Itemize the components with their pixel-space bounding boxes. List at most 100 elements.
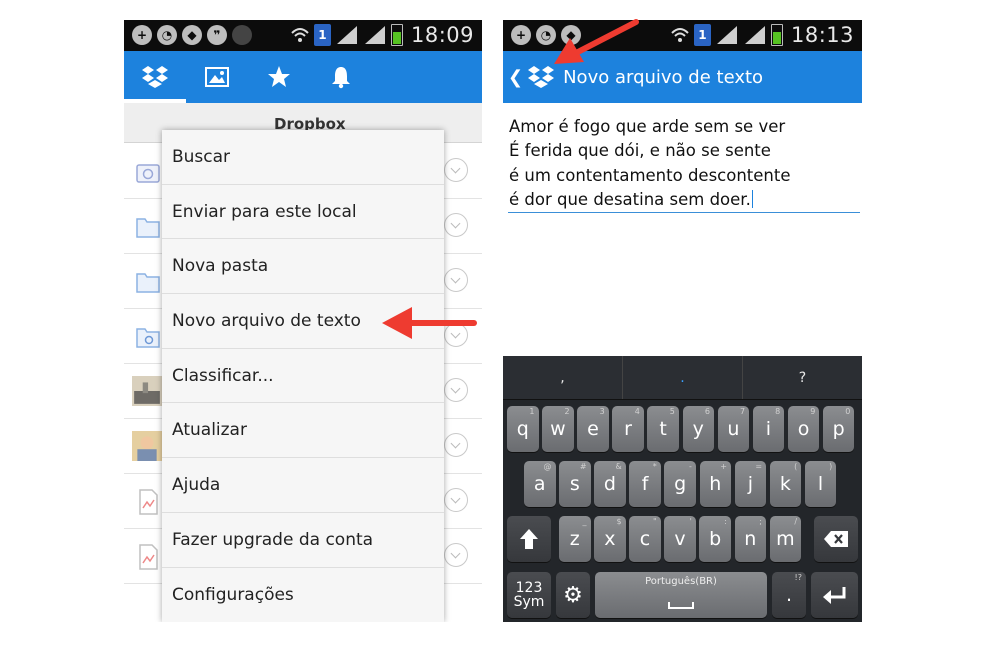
settings-key[interactable]: ⚙ — [556, 572, 590, 618]
editor-line: Amor é fogo que arde sem se ver — [509, 117, 786, 136]
space-key[interactable]: Português(BR) — [595, 572, 767, 618]
key-w[interactable]: 2w — [542, 406, 574, 452]
right-phone-screen: + ◔ ◆ 1 18:13 ❮ Novo arquivo de texto Am… — [503, 20, 862, 622]
key-x[interactable]: $ x — [594, 516, 626, 562]
symbols-key-top: 123 — [515, 580, 543, 596]
menu-item-upgrade[interactable]: Fazer upgrade da conta — [162, 513, 444, 568]
star-icon — [268, 66, 290, 87]
chevron-down-icon[interactable] — [444, 433, 468, 457]
add-notification-icon: + — [132, 25, 152, 45]
key-hint: / — [794, 517, 798, 526]
menu-item-enviar[interactable]: Enviar para este local — [162, 185, 444, 240]
chevron-down-icon[interactable] — [444, 158, 468, 182]
key-hint: + — [720, 462, 727, 471]
text-editor-field[interactable]: Amor é fogo que arde sem se ver É ferida… — [508, 115, 860, 213]
key-p[interactable]: 0p — [822, 406, 855, 452]
shift-key[interactable] — [507, 516, 551, 562]
overflow-menu: Buscar Enviar para este local Nova pasta… — [162, 130, 444, 622]
key-n[interactable]: ; n — [734, 516, 766, 562]
key-label: e — [587, 418, 599, 440]
key-i[interactable]: 8i — [752, 406, 785, 452]
symbols-key[interactable]: 123 Sym — [507, 572, 551, 618]
tab-notifications[interactable] — [310, 51, 372, 103]
camera-folder-icon — [136, 164, 160, 183]
key-hint: " — [653, 517, 657, 526]
tab-dropbox[interactable] — [124, 51, 186, 103]
menu-item-configuracoes[interactable]: Configurações — [162, 568, 444, 623]
chevron-down-icon[interactable] — [444, 543, 468, 567]
key-label: j — [747, 473, 753, 495]
period-key-label: . — [785, 584, 793, 606]
suggestion-period[interactable]: . — [623, 356, 743, 399]
menu-item-nova-pasta[interactable]: Nova pasta — [162, 239, 444, 295]
key-hint: = — [755, 462, 763, 471]
key-label: q — [516, 418, 529, 440]
tab-photos[interactable] — [186, 51, 248, 103]
key-r[interactable]: 4r — [612, 406, 644, 452]
space-bar-icon — [668, 602, 694, 609]
key-hint: 3 — [599, 407, 605, 416]
whatsapp-icon: ◔ — [157, 25, 177, 45]
key-s[interactable]: # s — [559, 461, 591, 507]
shared-folder-icon — [136, 328, 160, 348]
key-b[interactable]: :b — [699, 516, 731, 562]
key-c[interactable]: " c — [629, 516, 661, 562]
key-l[interactable]: ) l — [804, 461, 837, 507]
key-y[interactable]: 6y — [682, 406, 714, 452]
dropbox-tab-bar — [124, 51, 482, 103]
status-clock: 18:13 — [790, 23, 854, 47]
editor-line: é um contentamento descontente — [509, 165, 791, 185]
chevron-down-icon[interactable] — [444, 488, 468, 512]
key-hint: 2 — [564, 407, 570, 416]
backspace-key[interactable] — [814, 516, 858, 562]
key-label: l — [817, 473, 824, 495]
key-label: w — [550, 418, 566, 440]
editor-line-last: é dor que desatina sem doer. — [508, 188, 860, 212]
key-m[interactable]: / m — [769, 516, 802, 562]
document-icon — [139, 489, 158, 515]
key-u[interactable]: 7u — [717, 406, 750, 452]
key-hint: 5 — [669, 407, 675, 416]
key-h[interactable]: + h — [699, 461, 731, 507]
key-v[interactable]: ' v — [664, 516, 696, 562]
editor-line: É ferida que dói, e não se sente — [509, 141, 771, 161]
key-z[interactable]: _ z — [559, 516, 591, 562]
key-o[interactable]: 9o — [787, 406, 820, 452]
folder-icon — [136, 218, 160, 238]
gear-icon: ⚙ — [563, 582, 583, 608]
enter-key[interactable] — [811, 572, 858, 618]
key-label: i — [765, 418, 772, 440]
document-icon — [139, 544, 158, 570]
key-f[interactable]: * f — [629, 461, 661, 507]
menu-item-ajuda[interactable]: Ajuda — [162, 458, 444, 513]
dropbox-icon — [142, 66, 168, 88]
key-d[interactable]: & d — [594, 461, 626, 507]
key-e[interactable]: 3e — [577, 406, 609, 452]
key-k[interactable]: (k — [769, 461, 802, 507]
key-label: v — [674, 528, 686, 550]
menu-item-classificar[interactable]: Classificar... — [162, 349, 444, 404]
chevron-down-icon[interactable] — [444, 378, 468, 402]
tab-favorites[interactable] — [248, 51, 310, 103]
menu-item-atualizar[interactable]: Atualizar — [162, 403, 444, 459]
key-a[interactable]: @ a — [524, 461, 556, 507]
dropbox-icon[interactable] — [527, 65, 555, 89]
key-q[interactable]: 1q — [507, 406, 539, 452]
chevron-down-icon[interactable] — [444, 268, 468, 292]
key-hint: 1 — [529, 407, 535, 416]
period-key[interactable]: !? . — [772, 572, 806, 618]
backspace-icon — [824, 531, 848, 547]
back-chevron-icon[interactable]: ❮ — [508, 67, 523, 88]
key-g[interactable]: -g — [664, 461, 696, 507]
suggestion-question[interactable]: ? — [743, 356, 862, 399]
status-bar: + ◔ ◆ ❞ 1 18:09 — [124, 20, 482, 51]
key-label: g — [674, 473, 687, 495]
red-arrow-annotation-right — [554, 19, 639, 64]
suggestion-comma[interactable]: , — [503, 356, 623, 399]
key-t[interactable]: 5t — [647, 406, 679, 452]
key-j[interactable]: = j — [734, 461, 767, 507]
signal-strength-icon-2 — [743, 24, 767, 46]
chevron-down-icon[interactable] — [444, 213, 468, 237]
menu-item-buscar[interactable]: Buscar — [162, 130, 444, 185]
photos-icon — [205, 67, 229, 87]
